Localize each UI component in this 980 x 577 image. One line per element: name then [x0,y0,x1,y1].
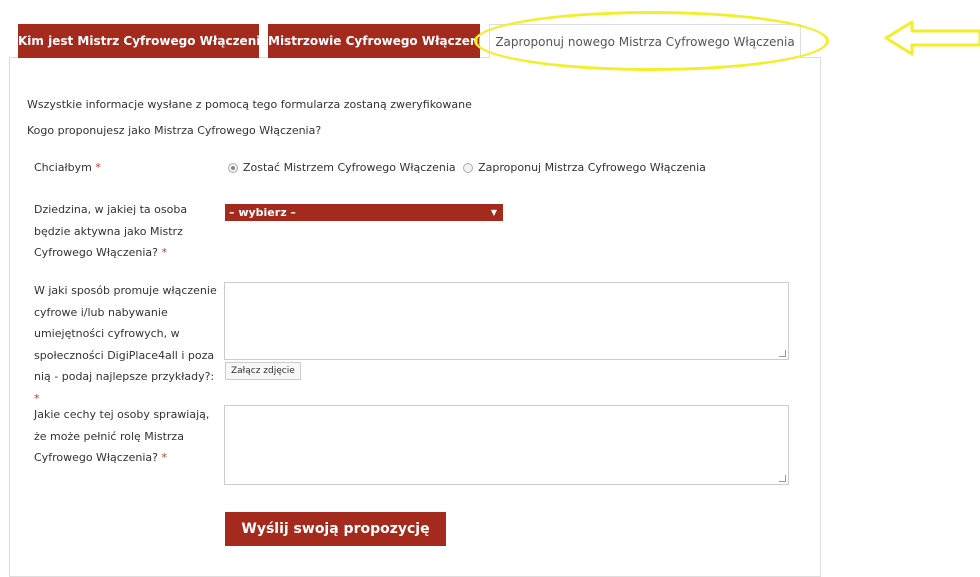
promote-label: W jaki sposób promuje włączenie cyfrowe … [34,284,217,405]
domain-label: Dziedzina, w jakiej ta osoba będzie akty… [34,203,188,259]
radio-propose-champion[interactable] [463,163,474,173]
required-mark: * [95,161,101,174]
required-mark: * [161,451,168,464]
radio-propose-champion-label: Zaproponuj Mistrza Cyfrowego Włączenia [478,161,706,174]
required-mark: * [34,391,40,405]
traits-textarea[interactable] [224,405,789,485]
radio-become-champion-label: Zostać Mistrzem Cyfrowego Włączenia [243,161,456,174]
left-arrow-icon [884,20,980,56]
submit-button[interactable]: Wyślij swoją propozycję [225,512,446,546]
radio-become-champion[interactable] [228,163,238,173]
intro-text: Wszystkie informacje wysłane z pomocą te… [27,98,472,111]
domain-select[interactable]: – wybierz – ▼ [225,204,503,221]
tab-champions[interactable]: Mistrzowie Cyfrowego Włączenia [268,24,491,58]
tab-who-is-champion[interactable]: Kim jest Mistrz Cyfrowego Włączenia? [18,24,275,58]
highlight-ellipse [474,11,829,71]
choice-label: Chciałbym * [34,161,101,174]
form-question: Kogo proponujesz jako Mistrza Cyfrowego … [27,124,322,137]
triangle-down-icon: ▼ [490,208,497,217]
domain-select-value: – wybierz – [229,206,296,219]
required-mark: * [161,246,168,259]
traits-label: Jakie cechy tej osoby sprawiają, że może… [34,408,210,464]
promote-textarea[interactable] [224,282,789,360]
attach-photo-button[interactable]: Załącz zdjęcie [225,362,301,380]
choice-radio-group: Zostać Mistrzem Cyfrowego Włączenia Zapr… [228,157,706,178]
